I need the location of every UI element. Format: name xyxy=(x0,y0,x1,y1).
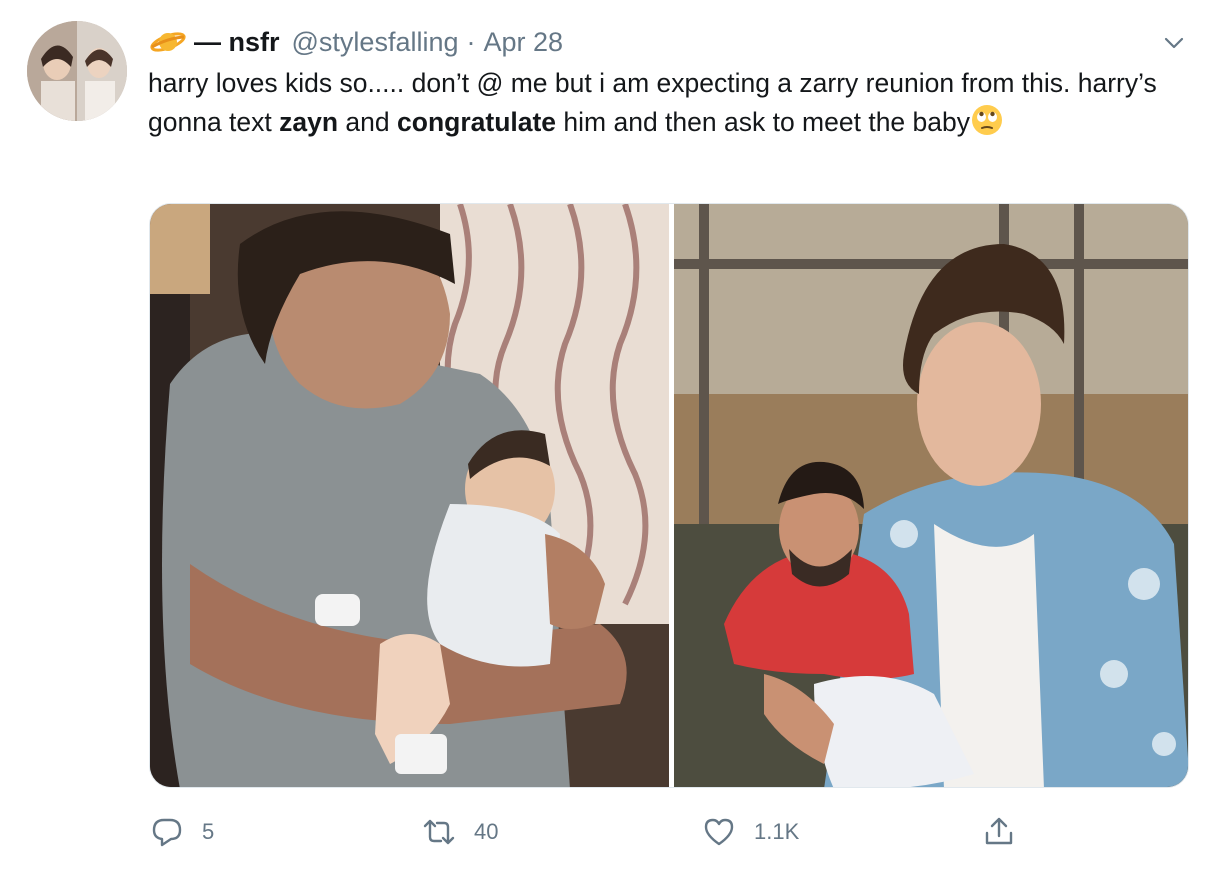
like-count: 1.1K xyxy=(754,819,800,844)
like-button[interactable]: 1.1K xyxy=(702,810,799,854)
comment-icon xyxy=(152,818,182,847)
display-name[interactable]: — nsfr xyxy=(194,27,280,58)
tweet-text-bold-zayn: zayn xyxy=(279,107,339,137)
tweet-text-bold-congratulate: congratulate xyxy=(397,107,557,137)
tweet[interactable]: — nsfr @stylesfalling · Apr 28 harry lov… xyxy=(0,0,1209,883)
face-with-rolling-eyes-icon xyxy=(970,103,1004,137)
heart-icon xyxy=(704,818,734,846)
share-button[interactable] xyxy=(982,810,1034,854)
retweet-count: 40 xyxy=(474,819,499,844)
tweet-media[interactable] xyxy=(149,203,1189,788)
tweet-header: — nsfr @stylesfalling · Apr 28 xyxy=(150,24,563,60)
separator-dot: · xyxy=(466,26,476,57)
retweet-icon xyxy=(423,819,455,845)
share-icon xyxy=(985,817,1013,845)
avatar[interactable] xyxy=(27,21,127,121)
tweet-date[interactable]: Apr 28 xyxy=(484,27,564,58)
chevron-down-icon[interactable] xyxy=(1161,30,1187,56)
photo-right[interactable] xyxy=(674,204,1188,787)
action-bar: 5 40 1.1K xyxy=(150,810,1190,854)
reply-count: 5 xyxy=(202,819,215,844)
retweet-button[interactable]: 40 xyxy=(422,810,498,854)
reply-button[interactable]: 5 xyxy=(150,810,214,854)
tweet-text-part: him and then ask to meet the baby xyxy=(556,107,970,137)
ringed-planet-icon xyxy=(150,28,186,56)
tweet-text-part: and xyxy=(338,107,398,137)
tweet-text: harry loves kids so..... don’t @ me but … xyxy=(148,64,1193,142)
user-handle[interactable]: @stylesfalling xyxy=(292,27,459,58)
photo-left[interactable] xyxy=(150,204,669,787)
